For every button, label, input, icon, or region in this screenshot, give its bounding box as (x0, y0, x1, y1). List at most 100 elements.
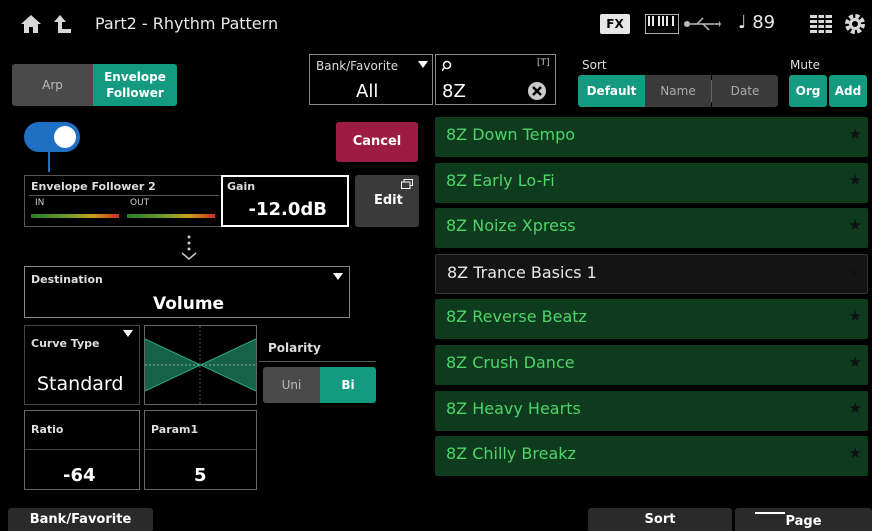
mute-label: Mute (790, 58, 821, 72)
back-arrow-icon[interactable] (50, 12, 74, 36)
envelope-follower-title: Envelope Follower 2 (31, 180, 156, 193)
destination-select[interactable]: Destination Volume (24, 266, 350, 318)
favorite-star-icon[interactable]: ★ (849, 307, 862, 325)
envelope-follower-switch[interactable] (24, 122, 80, 152)
polarity-bi-button[interactable]: Bi (320, 367, 376, 403)
out-label: OUT (130, 198, 150, 208)
favorite-star-icon[interactable]: ★ (849, 125, 862, 143)
bank-favorite-value: All (356, 81, 379, 102)
search-icon (442, 60, 452, 72)
usb-icon (684, 17, 721, 31)
pattern-list-item[interactable]: 8Z Early Lo-Fi ★ (435, 163, 868, 203)
page-tab[interactable]: Page (735, 508, 872, 531)
gain-field[interactable]: Gain -12.0dB (221, 175, 349, 227)
ratio-field[interactable]: Ratio -64 (24, 410, 140, 490)
dropdown-arrow-icon (333, 273, 343, 280)
polarity-divider (259, 361, 376, 362)
page-indicator (755, 512, 785, 514)
page-title: Part2 - Rhythm Pattern (95, 14, 279, 33)
pattern-name: 8Z Crush Dance (446, 353, 575, 372)
cancel-button[interactable]: Cancel (336, 122, 418, 162)
fx-badge[interactable]: FX (600, 14, 630, 34)
curve-type-select[interactable]: Curve Type Standard (24, 325, 140, 405)
search-field[interactable]: [T] 8Z (435, 54, 556, 105)
pattern-list-item[interactable]: 8Z Crush Dance ★ (435, 345, 868, 385)
mute-add-button[interactable]: Add (829, 75, 867, 107)
in-label: IN (35, 198, 45, 208)
envelope-follower-tab[interactable]: Envelope Follower (93, 64, 177, 106)
keyboard-icon (645, 14, 679, 34)
pattern-list-item[interactable]: 8Z Chilly Breakz ★ (435, 436, 868, 476)
param1-divider (145, 449, 256, 450)
pattern-name: 8Z Reverse Beatz (446, 307, 587, 326)
pattern-list-item[interactable]: 8Z Trance Basics 1 ★ (435, 254, 868, 294)
ratio-divider (25, 449, 139, 450)
dropdown-arrow-icon (123, 330, 133, 337)
search-value: 8Z (442, 81, 466, 102)
sort-default-button[interactable]: Default (578, 75, 645, 107)
popup-window-icon (401, 179, 413, 189)
pattern-name: 8Z Down Tempo (446, 125, 576, 144)
edit-button[interactable]: Edit (355, 175, 419, 227)
in-level-meter (31, 214, 119, 218)
sort-tab[interactable]: Sort (588, 508, 732, 531)
favorite-star-icon[interactable]: ★ (849, 216, 862, 234)
curve-type-label: Curve Type (31, 337, 100, 350)
envelope-follower-tab-label-1: Envelope (104, 70, 166, 84)
title-underline (29, 195, 219, 196)
sort-date-button[interactable]: Date (712, 75, 778, 107)
switch-connector-line (48, 152, 50, 172)
signal-flow-arrow-icon (181, 235, 197, 260)
dropdown-arrow-icon (418, 61, 428, 68)
pattern-name: 8Z Heavy Hearts (446, 399, 581, 418)
gain-label: Gain (227, 180, 256, 193)
favorite-star-icon[interactable]: ★ (848, 263, 861, 281)
curve-type-value: Standard (37, 373, 124, 395)
pattern-list-item[interactable]: 8Z Heavy Hearts ★ (435, 391, 868, 431)
pattern-name: 8Z Noize Xpress (446, 216, 576, 235)
destination-label: Destination (31, 273, 103, 286)
pattern-name: 8Z Trance Basics 1 (447, 263, 597, 282)
envelope-follower-info: Envelope Follower 2 IN OUT (24, 175, 222, 227)
top-bar: Part2 - Rhythm Pattern FX ♩ 89 (0, 0, 872, 50)
favorite-star-icon[interactable]: ★ (849, 399, 862, 417)
polarity-label: Polarity (268, 341, 321, 355)
pattern-list-item[interactable]: 8Z Reverse Beatz ★ (435, 299, 868, 339)
favorite-star-icon[interactable]: ★ (849, 353, 862, 371)
curve-graph (144, 325, 257, 405)
page-tab-label: Page (785, 514, 822, 529)
favorite-star-icon[interactable]: ★ (849, 444, 862, 462)
destination-value: Volume (153, 294, 225, 314)
polarity-uni-button[interactable]: Uni (263, 367, 320, 403)
gain-value: -12.0dB (248, 199, 328, 220)
out-level-meter (127, 214, 215, 218)
grid-menu-icon[interactable] (810, 15, 832, 33)
pattern-name: 8Z Chilly Breakz (446, 444, 576, 463)
settings-gear-icon[interactable] (843, 12, 867, 36)
tempo-display[interactable]: ♩ 89 (738, 12, 775, 33)
pattern-name: 8Z Early Lo-Fi (446, 171, 555, 190)
sort-name-button[interactable]: Name (645, 75, 711, 107)
arp-tab-label: Arp (42, 78, 63, 92)
pattern-list-item[interactable]: 8Z Down Tempo ★ (435, 117, 868, 157)
edit-label: Edit (374, 193, 403, 208)
param1-label: Param1 (151, 423, 199, 436)
switch-knob (54, 126, 76, 148)
param1-value: 5 (194, 465, 207, 486)
bank-favorite-label: Bank/Favorite (316, 59, 399, 73)
clear-search-icon[interactable] (527, 81, 547, 101)
favorite-star-icon[interactable]: ★ (849, 171, 862, 189)
pattern-list-item[interactable]: 8Z Noize Xpress ★ (435, 208, 868, 248)
bank-favorite-tab[interactable]: Bank/Favorite (8, 508, 153, 531)
ratio-label: Ratio (31, 423, 64, 436)
mute-org-button[interactable]: Org (789, 75, 827, 107)
text-input-badge: [T] (537, 58, 550, 68)
sort-label: Sort (582, 58, 607, 72)
param1-field[interactable]: Param1 5 (144, 410, 257, 490)
curve-shape (145, 326, 256, 404)
ratio-value: -64 (63, 465, 96, 486)
arp-tab[interactable]: Arp (12, 64, 93, 106)
home-icon[interactable] (20, 13, 42, 35)
envelope-follower-tab-label-2: Follower (106, 86, 164, 100)
bank-favorite-select[interactable]: Bank/Favorite All (309, 54, 433, 105)
